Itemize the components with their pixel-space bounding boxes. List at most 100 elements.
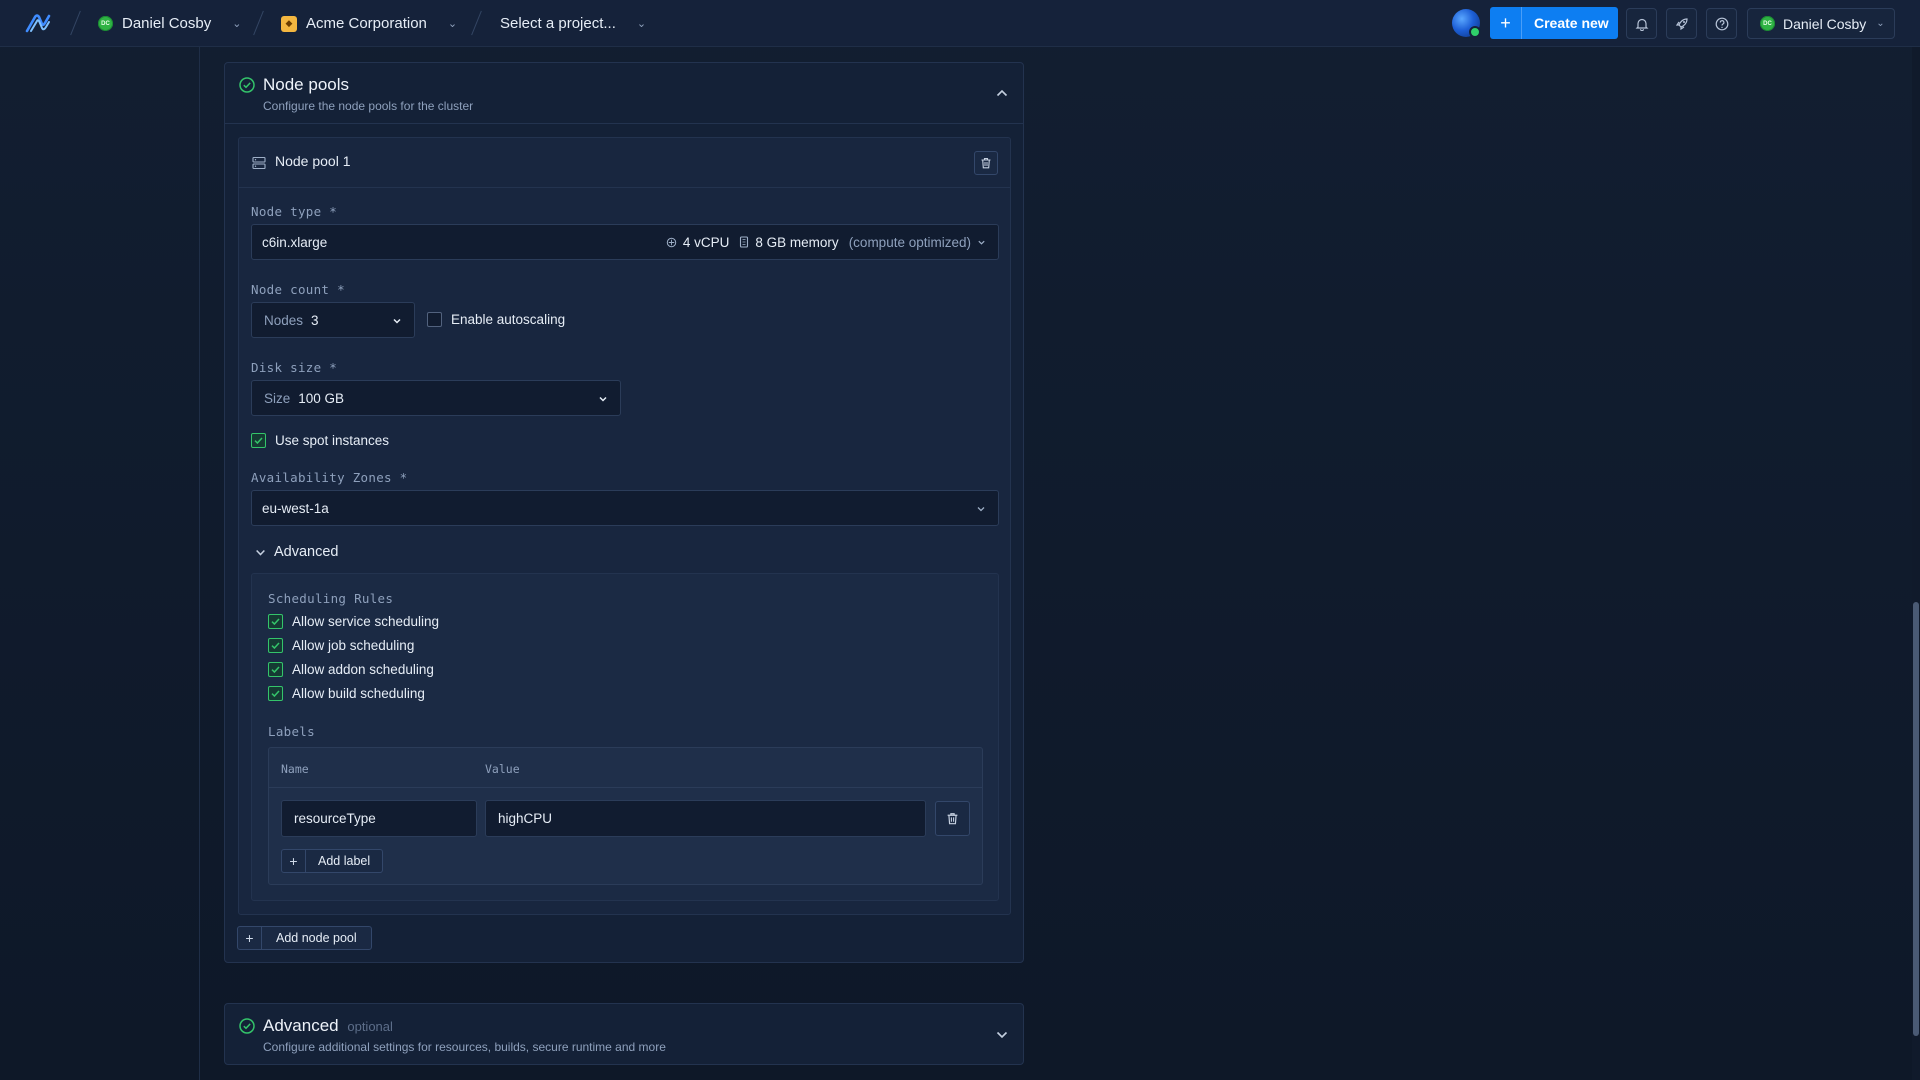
advanced-toggle[interactable]: Advanced — [255, 544, 339, 560]
labels-table-header: Name Value — [269, 748, 982, 788]
node-type-category: (compute optimized) — [848, 234, 971, 250]
chevron-down-icon: ⌄ — [447, 18, 458, 30]
node-pools-card: Node pools Configure the node pools for … — [224, 62, 1024, 963]
checkbox-checked-icon — [268, 662, 283, 677]
advanced-settings-panel: Scheduling Rules Allow service schedulin… — [251, 573, 999, 901]
node-type-select[interactable]: c6in.xlarge 4 vCPU 8 GB memory (compute … — [251, 224, 999, 260]
project-breadcrumb[interactable]: Select a project... ⌄ — [500, 0, 646, 47]
node-type-label: Node type * — [251, 204, 338, 219]
disk-size-select[interactable]: Size 100 GB — [251, 380, 621, 416]
node-count-label: Node count * — [251, 282, 345, 297]
breadcrumb-separator — [471, 10, 482, 36]
node-pool-header: Node pool 1 — [239, 138, 1010, 188]
delete-node-pool-button[interactable] — [974, 151, 998, 175]
add-label-button[interactable]: + Add label — [281, 849, 384, 873]
bell-icon — [1635, 18, 1648, 31]
allow-service-scheduling-label: Allow service scheduling — [292, 614, 440, 629]
org-breadcrumb[interactable]: ◆ Acme Corporation ⌄ — [281, 0, 457, 47]
disk-size-prefix: Size — [264, 390, 291, 406]
chevron-down-icon — [977, 507, 985, 512]
user-breadcrumb[interactable]: DC Daniel Cosby ⌄ — [98, 0, 241, 47]
help-circle-icon — [1715, 17, 1728, 30]
checkbox-checked-icon — [268, 686, 283, 701]
optional-badge: optional — [347, 1019, 393, 1034]
checkbox-unchecked-icon — [427, 312, 442, 327]
app-logo-icon[interactable] — [24, 12, 52, 34]
checkbox-checked-icon — [251, 433, 266, 448]
server-icon — [252, 156, 266, 170]
allow-build-scheduling-label: Allow build scheduling — [292, 686, 425, 701]
enable-autoscaling-checkbox[interactable]: Enable autoscaling — [427, 312, 565, 327]
disk-size-value: 100 GB — [298, 390, 345, 406]
help-button[interactable] — [1706, 8, 1737, 39]
node-pools-title: Node pools — [263, 75, 350, 94]
top-bar: DC Daniel Cosby ⌄ ◆ Acme Corporation ⌄ S… — [0, 0, 1920, 47]
labels-title: Labels — [268, 724, 315, 739]
checkbox-checked-icon — [268, 638, 283, 653]
plus-icon: + — [1490, 7, 1522, 39]
use-spot-instances-checkbox[interactable]: Use spot instances — [251, 433, 389, 448]
org-breadcrumb-label: Acme Corporation — [306, 15, 427, 32]
label-name-input[interactable]: resourceType — [281, 800, 477, 837]
status-globe-icon[interactable] — [1452, 9, 1481, 38]
node-pool-panel: Node pool 1 Node type * c6in.xlarge 4 vC… — [238, 137, 1011, 915]
chevron-down-icon — [599, 396, 607, 402]
node-count-select[interactable]: Nodes 3 — [251, 302, 415, 338]
user-avatar-icon: DC — [1760, 16, 1775, 31]
add-node-pool-button[interactable]: + Add node pool — [237, 926, 372, 950]
labels-column-value: Value — [485, 762, 520, 776]
advanced-toggle-label: Advanced — [274, 544, 339, 560]
allow-job-scheduling-checkbox[interactable]: Allow job scheduling — [268, 638, 414, 653]
node-pool-title: Node pool 1 — [275, 153, 351, 169]
allow-addon-scheduling-checkbox[interactable]: Allow addon scheduling — [268, 662, 434, 677]
node-type-cpu: 4 vCPU — [682, 234, 730, 250]
rocket-icon — [1675, 17, 1688, 30]
plus-icon: + — [238, 927, 262, 949]
allow-job-scheduling-label: Allow job scheduling — [292, 638, 415, 653]
create-new-button[interactable]: + Create new — [1490, 7, 1618, 39]
user-menu-button[interactable]: DC Daniel Cosby ⌄ — [1747, 8, 1895, 39]
availability-zones-select[interactable]: eu-west-1a — [251, 490, 999, 526]
sidebar-divider — [199, 47, 200, 1080]
node-type-value: c6in.xlarge — [262, 234, 328, 250]
breadcrumb-separator — [253, 10, 264, 36]
chevron-down-icon: ⌄ — [636, 18, 647, 30]
deploy-button[interactable] — [1666, 8, 1697, 39]
disk-size-label: Disk size * — [251, 360, 338, 375]
chevron-down-icon: ⌄ — [1876, 18, 1885, 29]
advanced-card-subtitle: Configure additional settings for resour… — [263, 1040, 666, 1054]
advanced-card-title: Advanced optional — [263, 1016, 393, 1035]
node-pools-header[interactable]: Node pools Configure the node pools for … — [225, 63, 1023, 124]
plus-icon: + — [282, 850, 306, 872]
node-type-memory: 8 GB memory — [755, 234, 839, 250]
check-circle-icon — [239, 1018, 255, 1034]
user-avatar-icon: DC — [98, 16, 113, 31]
label-value-input[interactable]: highCPU — [485, 800, 926, 837]
allow-build-scheduling-checkbox[interactable]: Allow build scheduling — [268, 686, 425, 701]
node-pools-subtitle: Configure the node pools for the cluster — [263, 99, 474, 113]
advanced-card-header[interactable]: Advanced optional Configure additional s… — [225, 1004, 1023, 1066]
trash-icon — [981, 158, 991, 169]
scheduling-rules-title: Scheduling Rules — [268, 591, 394, 606]
notifications-button[interactable] — [1626, 8, 1657, 39]
allow-addon-scheduling-label: Allow addon scheduling — [292, 662, 434, 677]
chevron-down-icon[interactable] — [995, 1028, 1009, 1042]
availability-zones-label: Availability Zones * — [251, 470, 408, 485]
trash-icon — [947, 813, 958, 825]
user-breadcrumb-label: Daniel Cosby — [122, 15, 212, 32]
breadcrumb-separator — [70, 10, 81, 36]
advanced-card: Advanced optional Configure additional s… — [224, 1003, 1024, 1065]
allow-service-scheduling-checkbox[interactable]: Allow service scheduling — [268, 614, 439, 629]
use-spot-instances-label: Use spot instances — [275, 433, 390, 448]
scrollbar-thumb[interactable] — [1913, 602, 1919, 1036]
chevron-down-icon — [978, 240, 985, 245]
labels-column-name: Name — [281, 762, 309, 776]
chevron-down-icon — [393, 318, 401, 324]
chevron-down-icon — [256, 549, 265, 556]
project-breadcrumb-label: Select a project... — [500, 15, 616, 32]
chevron-up-icon[interactable] — [995, 86, 1009, 100]
user-menu-label: Daniel Cosby — [1783, 15, 1867, 32]
enable-autoscaling-label: Enable autoscaling — [451, 312, 566, 327]
org-logo-icon: ◆ — [281, 15, 297, 32]
delete-label-button[interactable] — [935, 801, 970, 836]
